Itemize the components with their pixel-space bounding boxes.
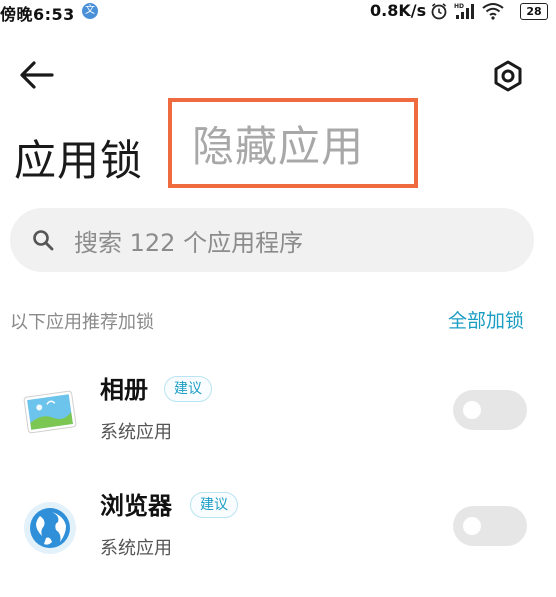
lock-toggle-browser[interactable] [453,506,527,546]
app-name: 浏览器 [100,492,172,520]
browser-icon [24,502,76,554]
app-row-browser[interactable]: 浏览器 建议 系统应用 [0,482,556,572]
title-tabs: 应用锁 隐藏应用 [14,98,418,188]
network-speed: 0.8K/s [370,1,427,20]
alarm-icon [431,3,447,20]
lock-toggle-gallery[interactable] [453,390,527,430]
cellular-signal-icon: HD [454,3,474,19]
section-label: 以下应用推荐加锁 [10,312,154,333]
arrow-left-icon [20,61,54,89]
suggest-badge: 建议 [164,376,212,402]
wifi-icon [482,3,504,20]
battery-indicator: 28 [520,3,548,20]
toggle-knob [463,401,481,419]
notification-icon: 文 [82,3,98,19]
svg-text:HD: HD [454,3,464,10]
suggest-badge: 建议 [190,492,238,518]
tab-hidden-apps[interactable]: 隐藏应用 [168,98,418,188]
settings-button[interactable] [490,58,526,94]
app-subtitle: 系统应用 [100,422,172,443]
gallery-icon [23,390,77,434]
search-placeholder: 搜索 122 个应用程序 [74,228,304,257]
status-bar: 傍晚6:53 文 0.8K/s HD 28 [0,0,556,24]
back-button[interactable] [18,58,58,92]
app-row-gallery[interactable]: 相册 建议 系统应用 [0,366,556,456]
lock-all-button[interactable]: 全部加锁 [448,306,524,333]
tab-app-lock[interactable]: 应用锁 [14,127,143,188]
status-time: 傍晚6:53 [0,5,75,24]
search-icon [33,230,54,251]
search-input[interactable]: 搜索 122 个应用程序 [10,208,534,272]
app-name: 相册 [100,376,148,404]
toggle-knob [463,517,481,535]
gear-icon [494,60,522,92]
app-subtitle: 系统应用 [100,538,172,559]
status-icons: HD [430,2,504,20]
